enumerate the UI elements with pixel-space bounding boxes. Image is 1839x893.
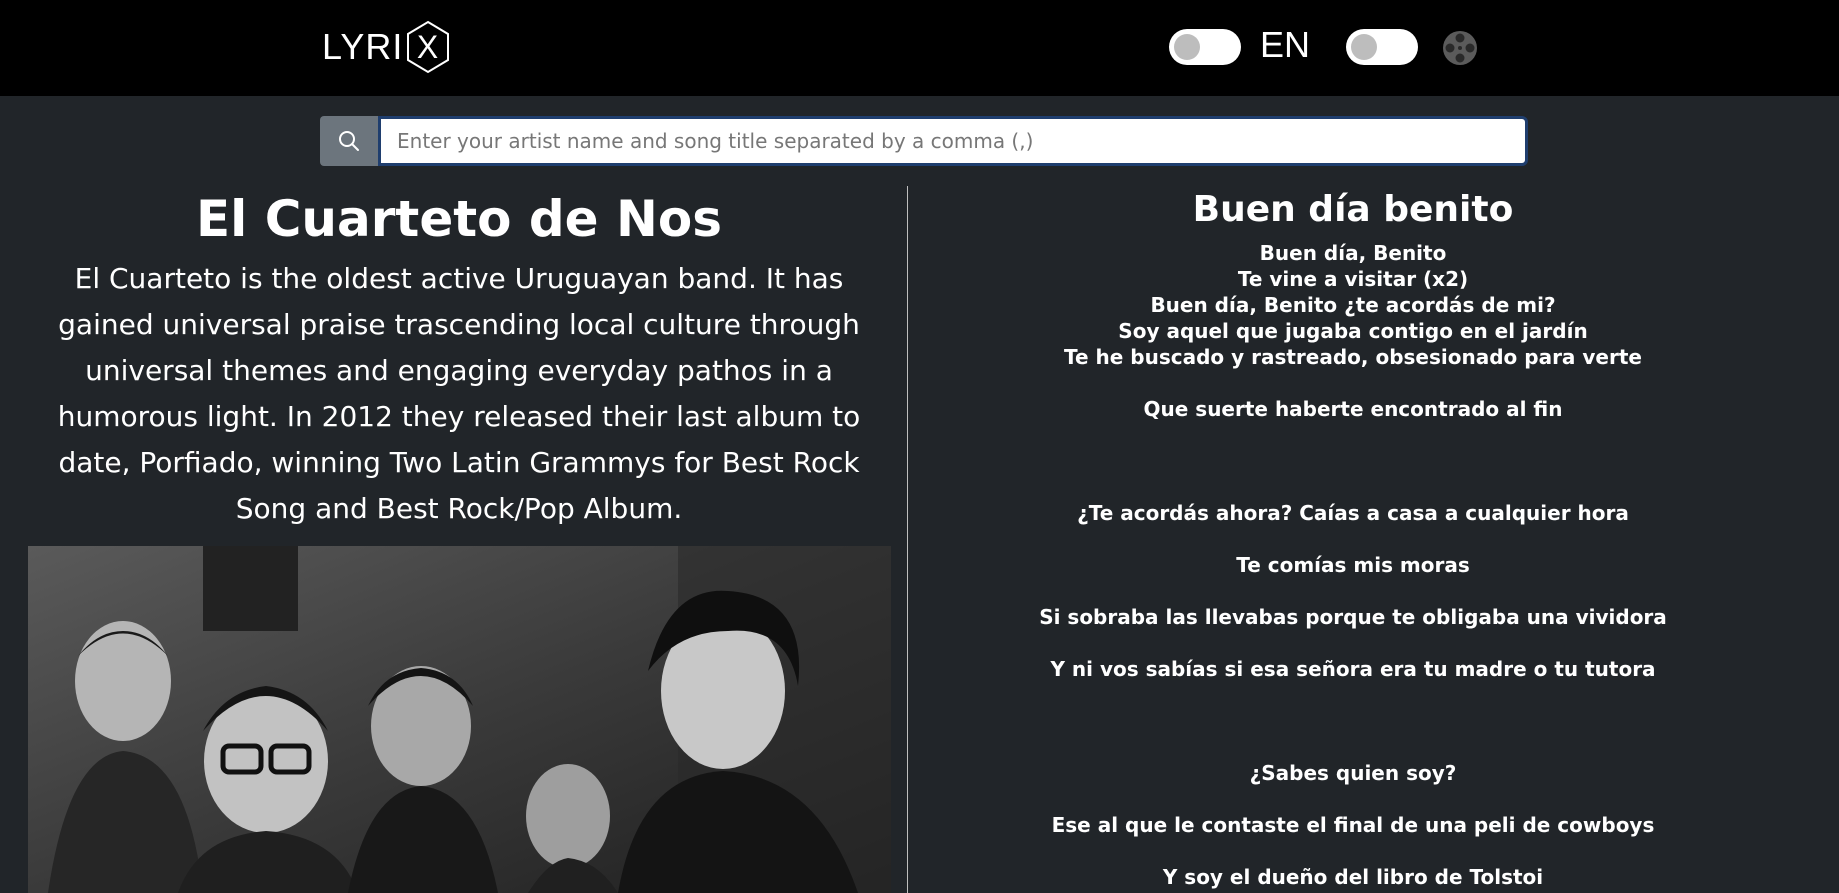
lyric-line [908, 448, 1798, 474]
search-icon [339, 131, 359, 151]
lyric-line: Si sobraba las llevabas porque te obliga… [1039, 605, 1667, 629]
search-button[interactable] [320, 116, 378, 166]
theme-toggle-knob [1174, 34, 1200, 60]
logo-mark: X [417, 29, 439, 65]
lyric-line: Te comías mis moras [1236, 553, 1470, 577]
lyric-line [908, 734, 1798, 760]
lyrix-logo[interactable]: LYRI X [322, 20, 451, 74]
lyric-line: Te vine a visitar (x2) [1237, 267, 1469, 291]
lyric-line [908, 682, 1798, 708]
navbar: LYRI X EN [0, 0, 1839, 96]
lyric-line: ¿Te acordás ahora? Caías a casa a cualqu… [1077, 501, 1629, 525]
artist-panel: El Cuarteto de Nos El Cuarteto is the ol… [28, 186, 890, 532]
lyric-line: Soy aquel que jugaba contigo en el jardí… [1118, 319, 1588, 343]
lyric-line [908, 370, 1798, 396]
lyric-line: Ese al que le contaste el final de una p… [1051, 813, 1655, 837]
language-toggle[interactable] [1346, 29, 1418, 65]
lyric-line [908, 630, 1798, 656]
logo-hexagon-icon: X [407, 20, 450, 74]
language-label: EN [1260, 24, 1311, 65]
lyric-line [908, 786, 1798, 812]
search-bar [320, 116, 1528, 166]
song-title: Buen día benito [1192, 189, 1514, 230]
lyric-line: ¿Sabes quien soy? [1249, 761, 1457, 785]
lyric-line [908, 578, 1798, 604]
lyrics-panel: Buen día benito Buen día, Benito Te vine … [908, 186, 1798, 890]
lyric-line: Y soy el dueño del libro de Tolstoi [1162, 865, 1544, 889]
lyrics-text: Buen día, Benito Te vine a visitar (x2) Bu… [908, 240, 1798, 890]
lyric-line: Que suerte haberte encontrado al fin [1143, 397, 1563, 421]
lyric-line [908, 708, 1798, 734]
search-input[interactable] [378, 116, 1528, 166]
lyric-line: Buen día, Benito [1259, 241, 1447, 265]
artist-name: El Cuarteto de Nos [196, 190, 722, 248]
theme-toggle[interactable] [1169, 29, 1241, 65]
band-photo-image [28, 546, 891, 893]
lyric-line: Y ni vos sabías si esa señora era tu mad… [1050, 657, 1656, 681]
lyric-line [908, 838, 1798, 864]
lyric-line [908, 526, 1798, 552]
artist-photo [28, 546, 891, 893]
lyric-line [908, 474, 1798, 500]
lyric-line: Buen día, Benito ¿te acordás de mi? [1150, 293, 1556, 317]
logo-text: LYRI [322, 26, 404, 67]
lyric-line [908, 422, 1798, 448]
artist-bio: El Cuarteto is the oldest active Uruguay… [57, 262, 861, 525]
lyric-line: Te he buscado y rastreado, obsesionado p… [1064, 345, 1642, 369]
film-reel-icon[interactable] [1442, 30, 1478, 66]
language-toggle-knob [1351, 34, 1377, 60]
